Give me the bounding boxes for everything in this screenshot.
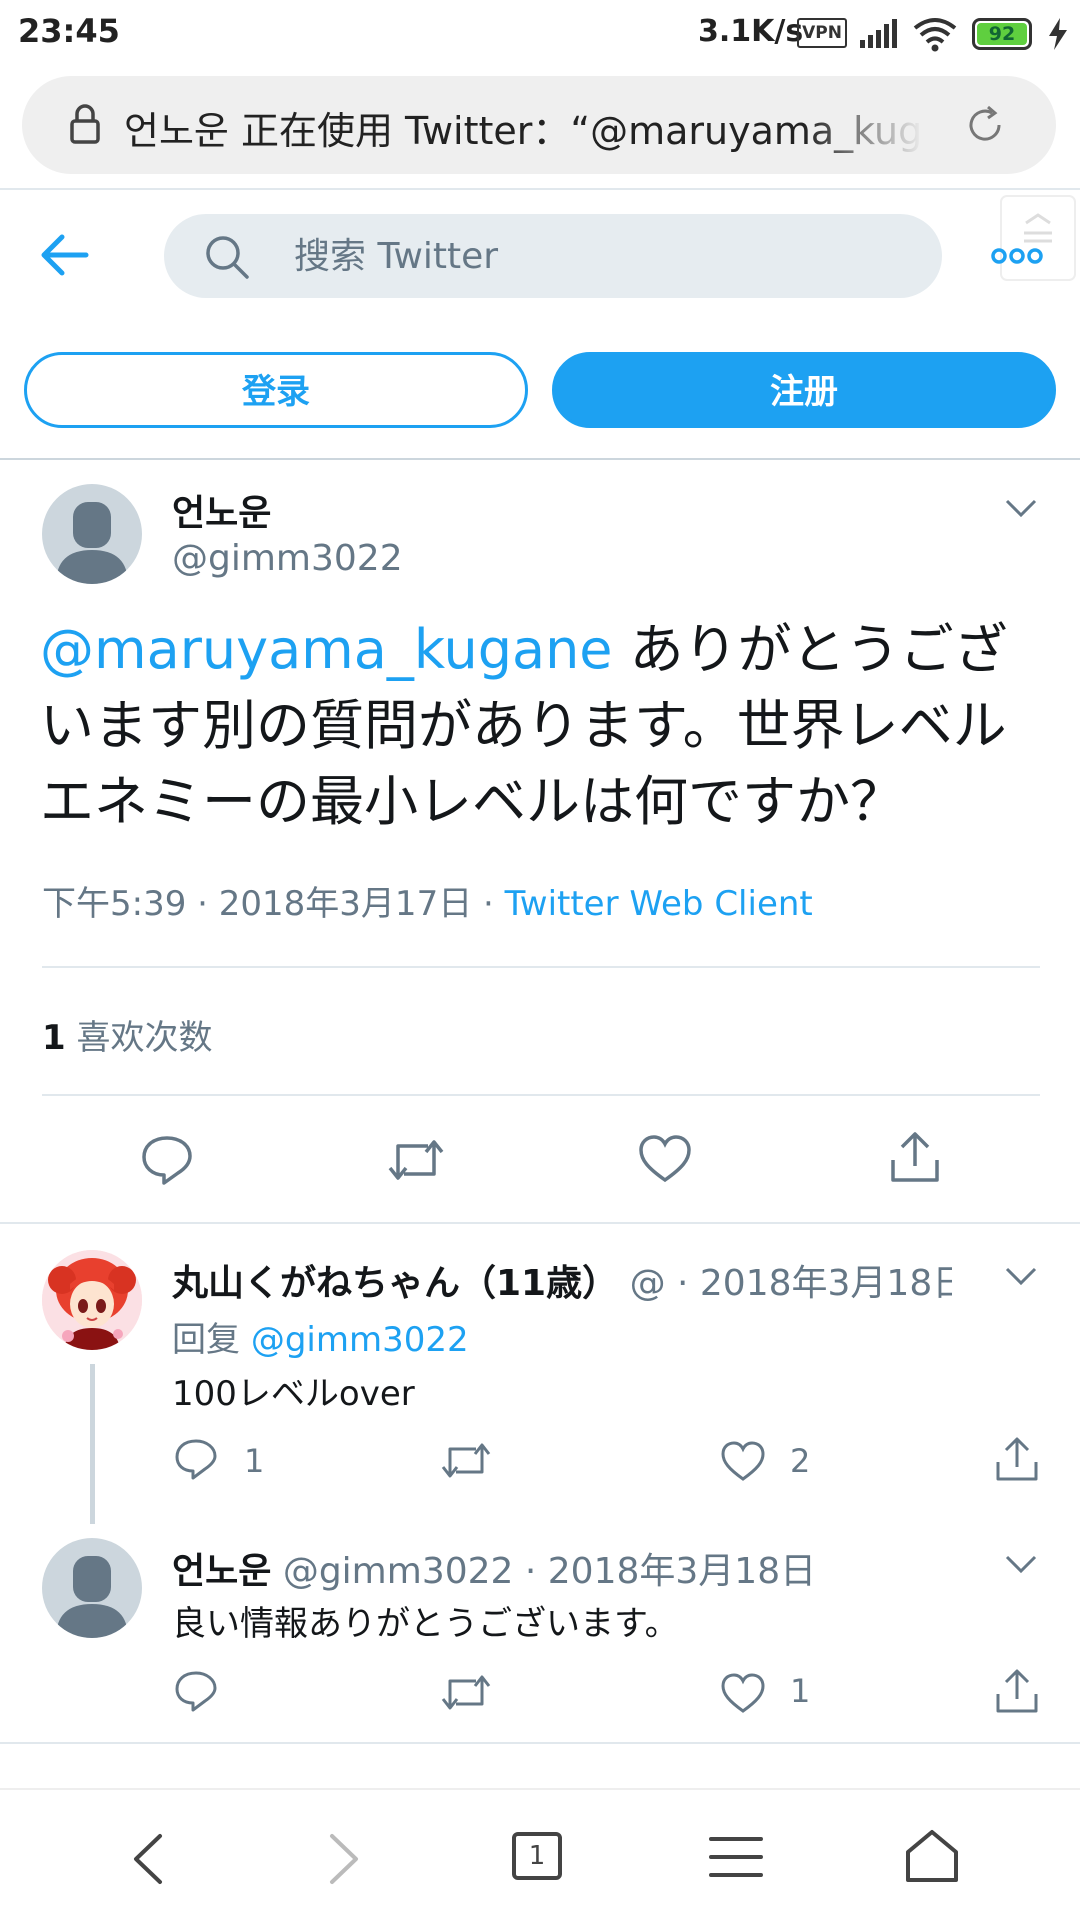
reload-icon[interactable]: [964, 104, 1006, 146]
reply-text: 100レベルover: [172, 1374, 415, 1414]
reply-author-name[interactable]: 언노운: [172, 1551, 271, 1592]
chevron-down-icon[interactable]: [1004, 1264, 1038, 1288]
chevron-down-icon[interactable]: [1004, 1552, 1038, 1576]
reply-header: 丸山くがねちゃん（11歳） @ · 2018年3月18日: [172, 1254, 952, 1306]
reply-header: 언노운 @gimm3022 · 2018年3月18日: [172, 1542, 816, 1594]
chevron-down-icon[interactable]: [1004, 496, 1038, 520]
reply-author-handle[interactable]: @gimm3022: [283, 1551, 514, 1592]
tabs-button[interactable]: 1: [512, 1832, 562, 1880]
tweet-source[interactable]: Twitter Web Client: [505, 884, 813, 924]
status-bar: 23:45 3.1K/s VPN 92: [0, 0, 1080, 68]
reply-author-handle[interactable]: @: [630, 1263, 666, 1304]
like-count: 2: [790, 1442, 811, 1480]
reply-date[interactable]: · 2018年3月18日: [525, 1551, 816, 1592]
like-stats[interactable]: 1 喜欢次数: [42, 1010, 212, 1059]
reply-prefix: 回复: [172, 1320, 251, 1360]
battery-level: 92: [977, 23, 1027, 45]
home-icon[interactable]: [904, 1828, 960, 1884]
tweet-time[interactable]: 下午5:39 · 2018年3月17日 ·: [42, 884, 505, 924]
reply-text: 良い情報ありがとうございます。: [172, 1604, 679, 1644]
battery-indicator: 92: [972, 18, 1032, 50]
anime-avatar-icon: [42, 1250, 142, 1350]
network-speed: 3.1K/s: [698, 14, 804, 49]
reply-icon[interactable]: [140, 1134, 194, 1186]
vpn-badge: VPN: [797, 18, 847, 48]
reply-icon[interactable]: [174, 1670, 218, 1712]
more-options-icon[interactable]: [990, 246, 1044, 266]
retweet-icon[interactable]: [440, 1440, 492, 1480]
like-icon[interactable]: [638, 1134, 692, 1184]
signal-icon: [860, 19, 897, 48]
lock-icon: [70, 104, 100, 144]
avatar[interactable]: [42, 484, 142, 584]
author-handle[interactable]: @gimm3022: [172, 538, 403, 579]
tweet-meta: 下午5:39 · 2018年3月17日 · Twitter Web Client: [42, 876, 813, 925]
like-icon[interactable]: [720, 1672, 766, 1714]
page-title-url: 언노운 正在使用 Twitter：“@maruyama_kugane: [124, 109, 924, 153]
reply-to-link[interactable]: @gimm3022: [251, 1320, 469, 1360]
reply-author-name[interactable]: 丸山くがねちゃん（11歳）: [172, 1263, 618, 1304]
like-icon[interactable]: [720, 1440, 766, 1482]
author-name[interactable]: 언노운: [172, 484, 271, 536]
retweet-icon[interactable]: [440, 1672, 492, 1712]
replying-to: 回复 @gimm3022: [172, 1312, 469, 1361]
tweet-text: @maruyama_kugane ありがとうございます別の質問があります。世界レ…: [40, 612, 1050, 840]
like-count: 1: [790, 1672, 811, 1710]
menu-icon[interactable]: [708, 1834, 764, 1880]
share-icon[interactable]: [994, 1668, 1040, 1716]
clock: 23:45: [18, 12, 120, 50]
avatar[interactable]: [42, 1250, 142, 1350]
thread-line: [90, 1364, 95, 1524]
back-icon[interactable]: [130, 1832, 166, 1886]
back-arrow-icon[interactable]: [38, 232, 90, 278]
divider: [42, 966, 1040, 968]
avatar[interactable]: [42, 1538, 142, 1638]
mention-link[interactable]: @maruyama_kugane: [40, 618, 613, 681]
share-icon[interactable]: [888, 1130, 942, 1186]
default-profile-icon: [56, 1556, 128, 1638]
forward-icon[interactable]: [326, 1832, 362, 1886]
reply-icon[interactable]: [174, 1438, 218, 1480]
search-icon: [206, 236, 249, 279]
like-count: 1: [42, 1018, 66, 1058]
search-input[interactable]: [294, 214, 894, 298]
divider: [0, 458, 1080, 460]
signup-button[interactable]: 注册: [552, 352, 1056, 428]
share-icon[interactable]: [994, 1436, 1040, 1484]
scroll-handle-icon[interactable]: [1000, 195, 1076, 281]
default-profile-icon: [56, 502, 128, 584]
retweet-icon[interactable]: [386, 1136, 446, 1184]
reply-date[interactable]: · 2018年3月18日: [677, 1263, 952, 1304]
wifi-icon: [913, 18, 957, 52]
browser-nav-bar: 1: [0, 1788, 1080, 1922]
reply-count: 1: [244, 1442, 265, 1480]
address-bar[interactable]: 언노운 正在使用 Twitter：“@maruyama_kugane: [22, 76, 1056, 174]
divider: [0, 188, 1080, 190]
divider: [0, 1222, 1080, 1224]
like-label: 喜欢次数: [65, 1018, 213, 1058]
charging-icon: [1049, 18, 1067, 50]
divider: [0, 1742, 1080, 1744]
login-button[interactable]: 登录: [24, 352, 528, 428]
divider: [42, 1094, 1040, 1096]
search-bar[interactable]: [164, 214, 942, 298]
